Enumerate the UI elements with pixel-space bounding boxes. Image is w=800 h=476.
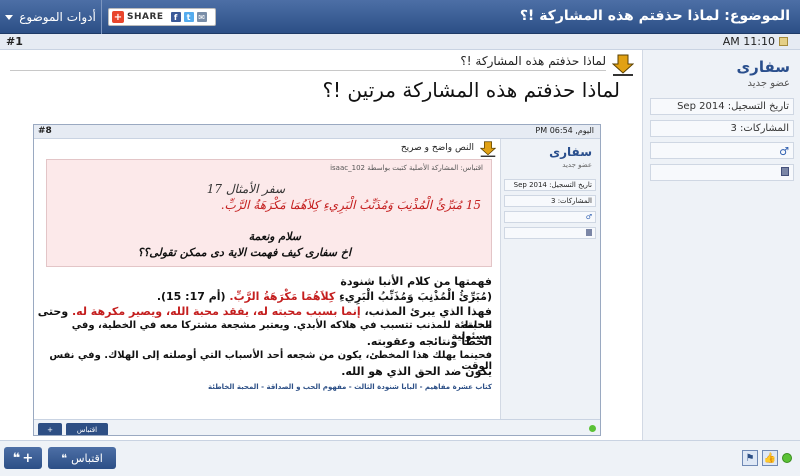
share-button[interactable]: + SHARE f t ✉ <box>108 8 216 26</box>
body-emphasis: كِلاَهُمَا مَكْرَهَةُ الرَّبِّ. <box>229 290 340 303</box>
embedded-body-line-2: (مُبَرِّئُ الْمُذْنِبَ وَمُذَنِّبُ الْبَ… <box>34 290 492 303</box>
post-subject: لماذا حذفتم هذه المشاركة !؟ <box>460 54 606 68</box>
multiquote-label: + <box>22 450 34 466</box>
quote-label: اقتباس <box>71 451 103 465</box>
online-status-icon <box>782 453 792 463</box>
embedded-user-sidebar: سفارى عضو جديد تاريخ التسجيل: Sep 2014 ا… <box>500 139 600 419</box>
embedded-screenshot: #8 اليوم, PM 06:54 سفارى عضو جديد تاريخ … <box>33 124 601 436</box>
body-text: (مُبَرِّئُ الْمُذْنِبَ وَمُذَنِّبُ الْبَ… <box>339 290 492 303</box>
embedded-source: كتاب عشرة مفاهيم - البابا شنودة الثالث -… <box>207 383 492 391</box>
post-header: #1 AM 11:10 <box>0 34 800 50</box>
facebook-icon[interactable]: f <box>170 12 181 22</box>
quote-button[interactable]: اقتباس ❝ <box>48 447 116 469</box>
embedded-user-title: عضو جديد <box>562 161 592 169</box>
calendar-icon <box>779 37 788 46</box>
subject-divider <box>10 70 606 71</box>
post-date-text: AM 11:10 <box>722 35 775 48</box>
embedded-flag-icon <box>504 227 596 239</box>
thread-title-bar: أدوات الموضوع + SHARE f t ✉ الموضوع: لما… <box>0 0 800 34</box>
embedded-post-date: اليوم, PM 06:54 <box>535 126 594 135</box>
embedded-online-icon <box>589 425 596 432</box>
embedded-post-count: المشاركات: 3 <box>504 195 596 207</box>
embedded-quote-button: اقتباس <box>66 423 108 435</box>
post-message: لماذا حذفتم هذه المشاركة مرتين !؟ <box>322 78 620 102</box>
embedded-arrow-icon <box>480 141 496 157</box>
embedded-mq-label: + <box>47 425 53 434</box>
post-count: المشاركات: 3 <box>650 120 794 137</box>
embedded-quote-box: اقتباس: المشاركة الأصلية كتبت بواسطة isa… <box>46 159 492 267</box>
user-title: عضو جديد <box>747 78 790 89</box>
chevron-down-icon <box>5 14 14 20</box>
username-link[interactable]: سفارى <box>736 58 790 76</box>
twitter-icon[interactable]: t <box>183 12 194 22</box>
join-date: تاريخ التسجيل: Sep 2014 <box>650 98 794 115</box>
embedded-body-line-1: فهمتها من كلام الأنبا شنودة <box>340 275 492 288</box>
quote-line-1: سفر الأمثال 17 <box>206 182 285 196</box>
user-sidebar: سفارى عضو جديد تاريخ التسجيل: Sep 2014 ا… <box>642 50 800 440</box>
quote-mark-icon: ❝ <box>12 450 21 466</box>
embedded-subject: النص واضح و صريح <box>400 143 474 153</box>
quote-line-2: 15 مُبَرِّئُ الْمُذْنِبَ وَمُذَنِّبُ الْ… <box>220 198 481 212</box>
embedded-post-number: #8 <box>38 126 52 136</box>
report-icon[interactable]: ⚑ <box>742 450 758 466</box>
share-label: SHARE <box>127 12 164 22</box>
email-icon[interactable]: ✉ <box>196 12 207 22</box>
post-arrow-icon <box>612 54 634 76</box>
quote-line-3: سلام ونعمة <box>248 230 301 243</box>
quote-mark-icon: ❝ <box>61 451 68 465</box>
thanks-icon[interactable]: 👍 <box>762 450 778 466</box>
embedded-body-line-5: الخطأ ونتائجه وعقوبته. <box>366 335 492 348</box>
gender-male-icon: ♂ <box>650 142 794 159</box>
post-content: لماذا حذفتم هذه المشاركة !؟ لماذا حذفتم … <box>0 50 642 440</box>
embedded-gender-icon: ♂ <box>504 211 596 223</box>
addthis-plus-icon: + <box>112 11 124 23</box>
thread-tools-button[interactable]: أدوات الموضوع <box>0 0 102 34</box>
post-action-bar: ❝ + اقتباس ❝ ⚑ 👍 <box>0 440 800 476</box>
body-emphasis: إنما بسبب محبته له، يفقد محبة الله، ويصي… <box>71 305 361 318</box>
embedded-post-header: #8 اليوم, PM 06:54 <box>34 125 600 139</box>
country-flag-icon <box>650 164 794 181</box>
embedded-body-line-7: يكون ضد الحق الذي هو الله. <box>341 365 492 378</box>
embedded-multiquote-button: + <box>38 423 62 435</box>
embedded-join-date: تاريخ التسجيل: Sep 2014 <box>504 179 596 191</box>
thread-tools-label: أدوات الموضوع <box>19 10 96 24</box>
quote-attribution: اقتباس: المشاركة الأصلية كتبت بواسطة isa… <box>330 164 483 172</box>
post-date: AM 11:10 <box>723 35 788 48</box>
body-text: فهذا الذي يبرئ المذنب، <box>360 305 492 318</box>
body-text: (أم 17: 15). <box>156 290 230 303</box>
embedded-quote-label: اقتباس <box>76 425 98 434</box>
multiquote-button[interactable]: ❝ + <box>4 447 42 469</box>
embedded-post-footer: + اقتباس <box>34 419 600 435</box>
quote-line-4: اخ سفارى كيف فهمت الاية دى ممكن تقولى؟؟ <box>137 246 351 259</box>
embedded-username: سفارى <box>549 145 592 159</box>
page-title: الموضوع: لماذا حذفتم هذه المشاركة !؟ <box>519 8 790 24</box>
post-number[interactable]: #1 <box>6 35 23 48</box>
